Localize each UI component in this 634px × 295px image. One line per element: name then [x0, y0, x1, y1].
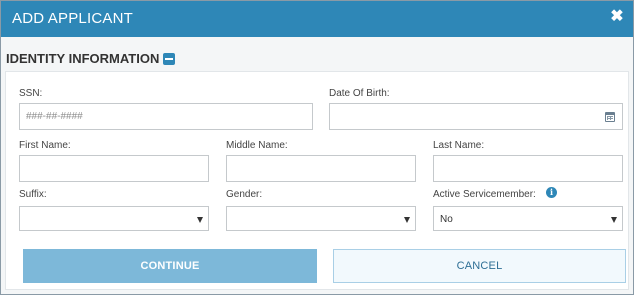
last-name-label: Last Name:: [433, 140, 485, 151]
dialog-title: ADD APPLICANT: [12, 10, 133, 27]
gender-select[interactable]: [226, 206, 416, 231]
identity-panel: SSN: Date Of Birth: First Name: Middle N…: [5, 71, 629, 290]
middle-name-input[interactable]: [226, 155, 416, 182]
suffix-label: Suffix:: [19, 189, 47, 200]
last-name-input[interactable]: [433, 155, 623, 182]
servicemember-select[interactable]: No: [433, 206, 623, 231]
first-name-label: First Name:: [19, 140, 71, 151]
first-name-input[interactable]: [19, 155, 209, 182]
minus-square-icon[interactable]: [163, 52, 176, 65]
calendar-icon[interactable]: [605, 112, 615, 122]
middle-name-label: Middle Name:: [226, 140, 288, 151]
gender-label: Gender:: [226, 189, 263, 200]
dob-field[interactable]: [329, 103, 623, 130]
chevron-down-icon: [611, 217, 617, 223]
info-circle-icon[interactable]: i: [546, 187, 557, 198]
chevron-down-icon: [197, 217, 203, 223]
add-applicant-dialog: ADD APPLICANT ✖ IDENTITY INFORMATION SSN…: [0, 0, 634, 295]
close-icon[interactable]: ✖: [610, 8, 624, 26]
dob-label: Date Of Birth:: [329, 88, 390, 99]
dialog-titlebar: ADD APPLICANT ✖: [1, 1, 633, 37]
ssn-input[interactable]: [19, 103, 313, 130]
suffix-select[interactable]: [19, 206, 209, 231]
continue-button[interactable]: CONTINUE: [23, 249, 317, 283]
servicemember-label: Active Servicemember:: [433, 189, 536, 200]
section-title: IDENTITY INFORMATION: [6, 50, 160, 66]
chevron-down-icon: [404, 217, 410, 223]
servicemember-value: No: [440, 214, 453, 225]
cancel-button[interactable]: CANCEL: [333, 249, 626, 283]
section-header: IDENTITY INFORMATION: [6, 48, 176, 68]
ssn-label: SSN:: [19, 88, 43, 99]
